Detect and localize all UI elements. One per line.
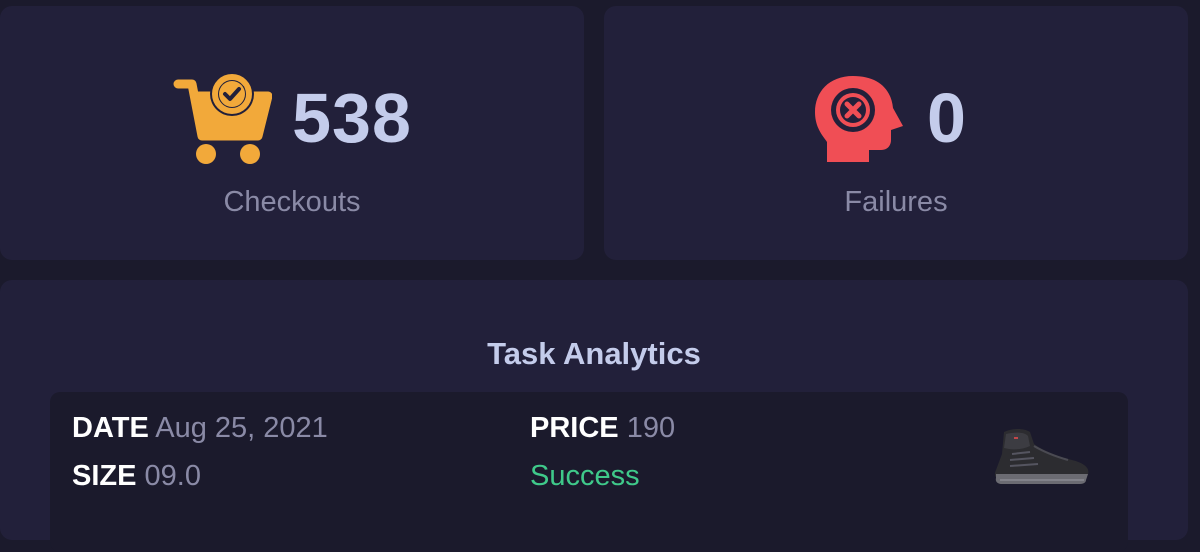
size-label: SIZE — [72, 460, 137, 492]
status-badge: Success — [530, 460, 640, 492]
task-analytics-card: Task Analytics DATE Aug 25, 2021 SIZE 09… — [0, 280, 1188, 552]
failures-stat-row: 0 — [590, 70, 1188, 166]
price-field: PRICE 190 — [530, 412, 675, 445]
size-field: SIZE 09.0 — [72, 460, 201, 493]
failures-label: Failures — [844, 186, 948, 218]
cart-check-icon — [172, 70, 273, 166]
task-analytics-title: Task Analytics — [487, 336, 701, 371]
size-value: 09.0 — [144, 460, 201, 492]
date-field: DATE Aug 25, 2021 — [72, 412, 328, 445]
checkouts-card: 538 Checkouts — [0, 6, 584, 260]
price-label: PRICE — [530, 412, 619, 444]
date-value: Aug 25, 2021 — [155, 412, 328, 444]
failures-count: 0 — [927, 79, 967, 157]
checkouts-count: 538 — [292, 79, 412, 157]
sneaker-image — [990, 424, 1094, 486]
failures-card: 0 Failures — [604, 6, 1188, 260]
price-value: 190 — [626, 412, 676, 444]
checkouts-stat-row: 538 — [0, 70, 584, 166]
date-label: DATE — [72, 412, 149, 444]
head-x-icon — [811, 70, 907, 166]
checkouts-label: Checkouts — [223, 186, 361, 218]
task-entry[interactable]: DATE Aug 25, 2021 SIZE 09.0 PRICE 190 Su… — [50, 392, 1128, 552]
